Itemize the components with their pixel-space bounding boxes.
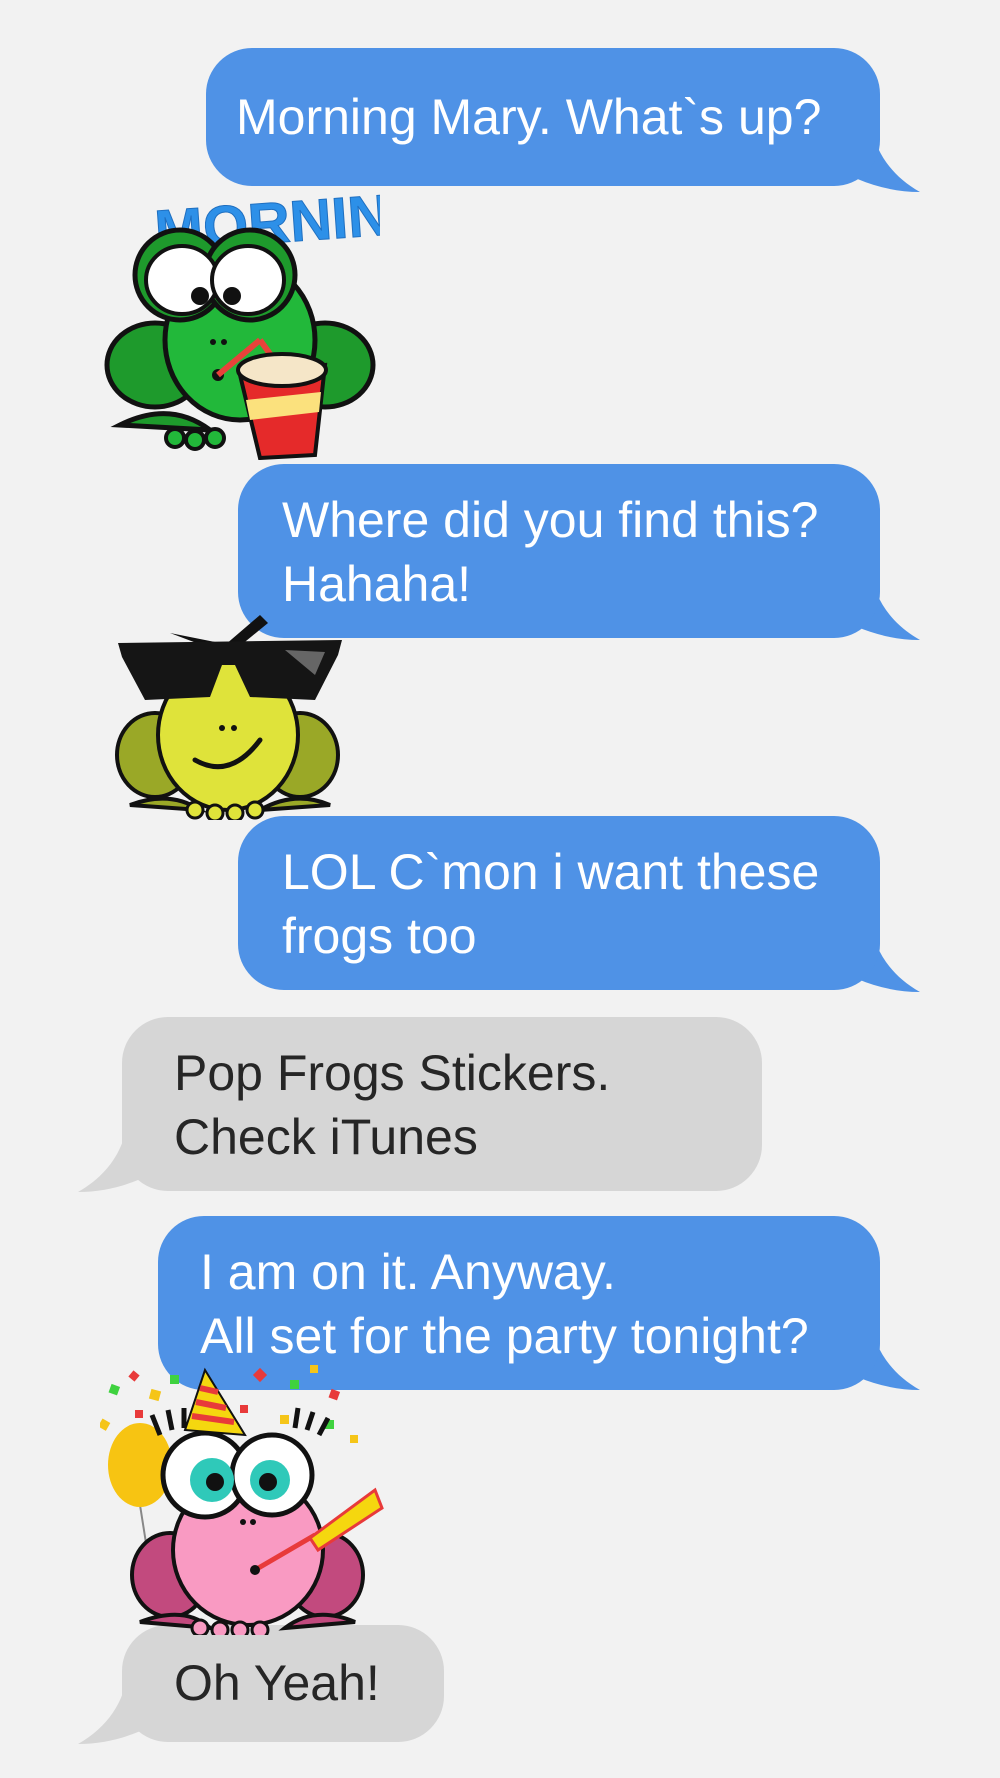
message-bubble-received[interactable]: Oh Yeah! [122, 1625, 444, 1742]
message-text: I am on it. Anyway. [200, 1244, 616, 1300]
frog-party-sticker[interactable] [100, 1360, 400, 1635]
message-text: frogs too [282, 908, 477, 964]
message-text: Morning Mary. What`s up? [236, 89, 822, 145]
message-bubble-received[interactable]: Pop Frogs Stickers. Check iTunes [122, 1017, 762, 1191]
message-text: Check iTunes [174, 1109, 478, 1165]
message-text: Oh Yeah! [174, 1655, 380, 1711]
message-text: Hahaha! [282, 556, 472, 612]
message-text: Where did you find this? [282, 492, 819, 548]
message-text: Pop Frogs Stickers. [174, 1045, 611, 1101]
message-bubble-sent[interactable]: Morning Mary. What`s up? [206, 48, 880, 186]
message-bubble-sent[interactable]: LOL C`mon i want these frogs too [238, 816, 880, 990]
frog-morning-drink-sticker[interactable]: MORNING [100, 190, 380, 460]
message-text: LOL C`mon i want these [282, 844, 820, 900]
frog-sunglasses-sticker[interactable] [110, 605, 350, 820]
message-text: All set for the party tonight? [200, 1308, 809, 1364]
chat-screen: { "colors": { "background": "#f2f2f2", "… [0, 0, 1000, 1778]
